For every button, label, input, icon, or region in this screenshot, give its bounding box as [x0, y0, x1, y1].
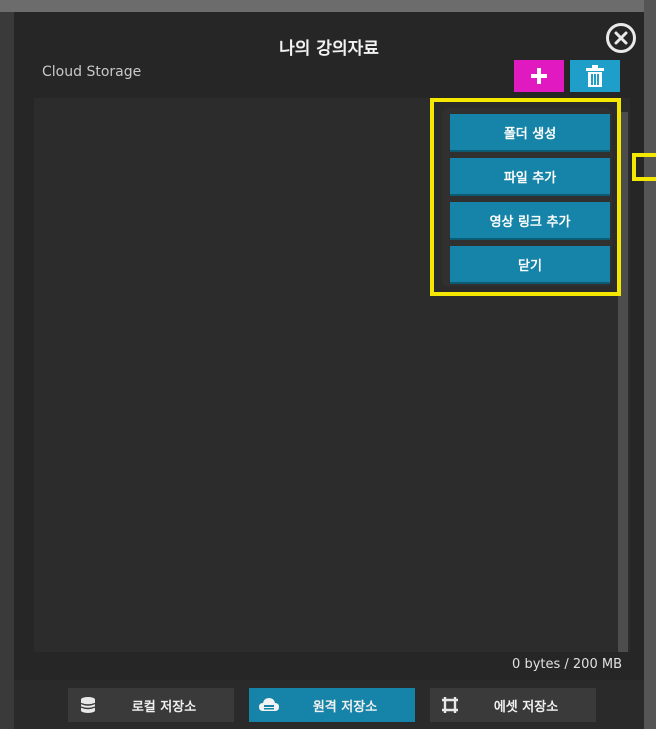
tab-remote-storage[interactable]: 원격 저장소: [249, 688, 415, 722]
tab-local-storage[interactable]: 로컬 저장소: [68, 688, 234, 722]
plus-icon: [531, 68, 547, 84]
tab-local-storage-label: 로컬 저장소: [131, 699, 197, 715]
cloud-icon: [249, 696, 289, 714]
close-button[interactable]: [606, 23, 636, 53]
database-icon: [68, 696, 108, 714]
background-edge: [644, 0, 656, 729]
highlight-marker: [632, 153, 656, 181]
dialog-title: 나의 강의자료: [279, 39, 379, 59]
storage-label: Cloud Storage: [42, 64, 142, 80]
trash-icon: [586, 65, 604, 87]
storage-tabs: 로컬 저장소 원격 저장소 에셋 저장소: [14, 680, 644, 729]
background-band: [0, 0, 656, 12]
add-video-link-button[interactable]: 영상 링크 추가: [450, 202, 610, 238]
create-folder-button[interactable]: 폴더 생성: [450, 114, 610, 150]
tab-asset-storage-label: 에셋 저장소: [493, 699, 559, 715]
add-file-button[interactable]: 파일 추가: [450, 158, 610, 194]
add-button[interactable]: [514, 60, 564, 92]
add-menu-highlight: 폴더 생성 파일 추가 영상 링크 추가 닫기: [430, 98, 621, 296]
close-menu-button[interactable]: 닫기: [450, 246, 610, 282]
add-menu: 폴더 생성 파일 추가 영상 링크 추가 닫기: [442, 108, 612, 286]
delete-button[interactable]: [570, 60, 620, 92]
asset-frame-icon: [430, 696, 470, 714]
tab-asset-storage[interactable]: 에셋 저장소: [430, 688, 596, 722]
tab-remote-storage-label: 원격 저장소: [312, 699, 378, 715]
storage-usage: 0 bytes / 200 MB: [512, 657, 622, 672]
storage-dialog: 나의 강의자료 Cloud Storage 폴더 생성 파일 추가 영상 링크 …: [14, 12, 656, 729]
close-icon: [614, 31, 628, 45]
